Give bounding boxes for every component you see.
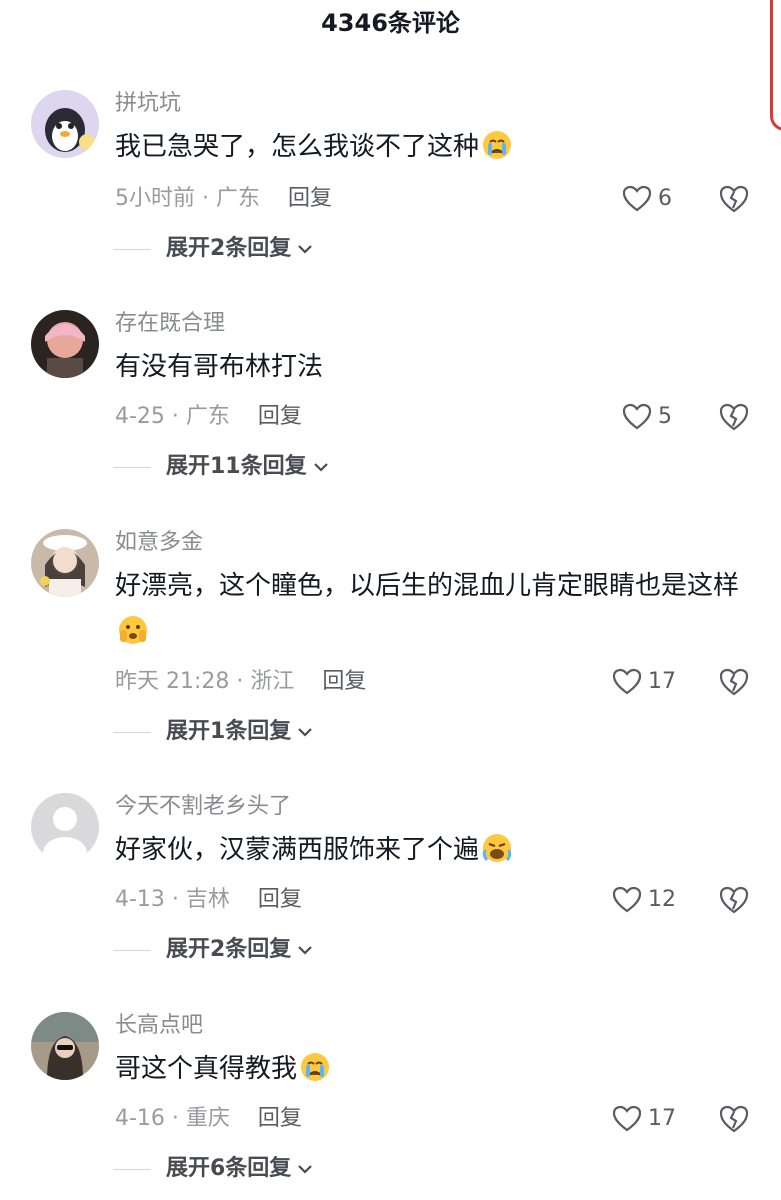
sobbing-emoji-icon (481, 832, 513, 864)
crying-emoji-icon (481, 129, 513, 161)
divider (113, 731, 151, 733)
expand-replies-button[interactable]: 展开2条回复 (113, 234, 313, 264)
expand-replies-button[interactable]: 展开11条回复 (113, 452, 329, 482)
like-button[interactable]: 17 (612, 1104, 676, 1134)
reply-button[interactable]: 回复 (258, 404, 302, 429)
heart-icon (622, 403, 652, 430)
comment-meta: 4-16 · 重庆 回复 (115, 1106, 302, 1131)
comment-username[interactable]: 存在既合理 (115, 310, 225, 338)
dislike-button[interactable] (718, 184, 750, 214)
broken-heart-icon (719, 886, 749, 914)
comment-text: 好家伙，汉蒙满西服饰来了个遍 (115, 827, 755, 873)
expand-replies-button[interactable]: 展开1条回复 (113, 717, 313, 747)
like-count: 17 (648, 669, 676, 694)
comment-meta: 5小时前 · 广东 回复 (115, 186, 332, 211)
chevron-down-icon (298, 1165, 313, 1174)
avatar[interactable] (31, 529, 99, 597)
dislike-button[interactable] (718, 667, 750, 697)
comment-meta: 4-13 · 吉林 回复 (115, 887, 302, 912)
broken-heart-icon (719, 668, 749, 696)
edge-decoration (770, 0, 781, 131)
dislike-button[interactable] (718, 885, 750, 915)
like-count: 6 (658, 186, 672, 211)
like-count: 12 (648, 887, 676, 912)
comment-username[interactable]: 拼坑坑 (115, 90, 181, 118)
like-button[interactable]: 5 (622, 402, 672, 432)
avatar[interactable] (31, 310, 99, 378)
comment-text: 有没有哥布林打法 (115, 352, 324, 382)
divider (113, 466, 151, 468)
comment-meta: 4-25 · 广东 回复 (115, 404, 302, 429)
reply-button[interactable]: 回复 (258, 1106, 302, 1131)
chevron-down-icon (298, 946, 313, 955)
expand-replies-button[interactable]: 展开2条回复 (113, 935, 313, 965)
chevron-down-icon (298, 245, 313, 254)
divider (113, 248, 151, 250)
expand-replies-button[interactable]: 展开6条回复 (113, 1154, 313, 1184)
shocked-emoji-icon (117, 614, 149, 646)
heart-icon (612, 886, 642, 913)
like-button[interactable]: 17 (612, 667, 676, 697)
like-count: 17 (648, 1106, 676, 1131)
avatar[interactable] (31, 90, 99, 158)
comment-text: 我已急哭了，怎么我谈不了这种 (115, 124, 755, 170)
heart-icon (612, 1105, 642, 1132)
like-button[interactable]: 12 (612, 885, 676, 915)
reply-button[interactable]: 回复 (288, 186, 332, 211)
chevron-down-icon (298, 728, 313, 737)
like-button[interactable]: 6 (622, 184, 672, 214)
comment-meta: 昨天 21:28 · 浙江 回复 (115, 669, 367, 694)
comment-username[interactable]: 如意多金 (115, 529, 203, 557)
comment-username[interactable]: 长高点吧 (115, 1012, 203, 1040)
like-count: 5 (658, 404, 672, 429)
divider (113, 949, 151, 951)
comment-username[interactable]: 今天不割老乡头了 (115, 793, 291, 821)
broken-heart-icon (719, 1105, 749, 1133)
heart-icon (622, 185, 652, 212)
avatar[interactable] (31, 1012, 99, 1080)
reply-button[interactable]: 回复 (322, 669, 366, 694)
broken-heart-icon (719, 185, 749, 213)
broken-heart-icon (719, 403, 749, 431)
comment-text: 好漂亮，这个瞳色，以后生的混血儿肯定眼睛也是这样 (115, 563, 755, 655)
dislike-button[interactable] (718, 1104, 750, 1134)
divider (113, 1168, 151, 1170)
heart-icon (612, 668, 642, 695)
comments-count-title: 4346条评论 (321, 9, 460, 37)
dislike-button[interactable] (718, 402, 750, 432)
comment-text: 哥这个真得教我 (115, 1046, 755, 1092)
crying-emoji-icon (299, 1051, 331, 1083)
avatar[interactable] (31, 793, 99, 861)
reply-button[interactable]: 回复 (258, 887, 302, 912)
chevron-down-icon (313, 463, 328, 472)
